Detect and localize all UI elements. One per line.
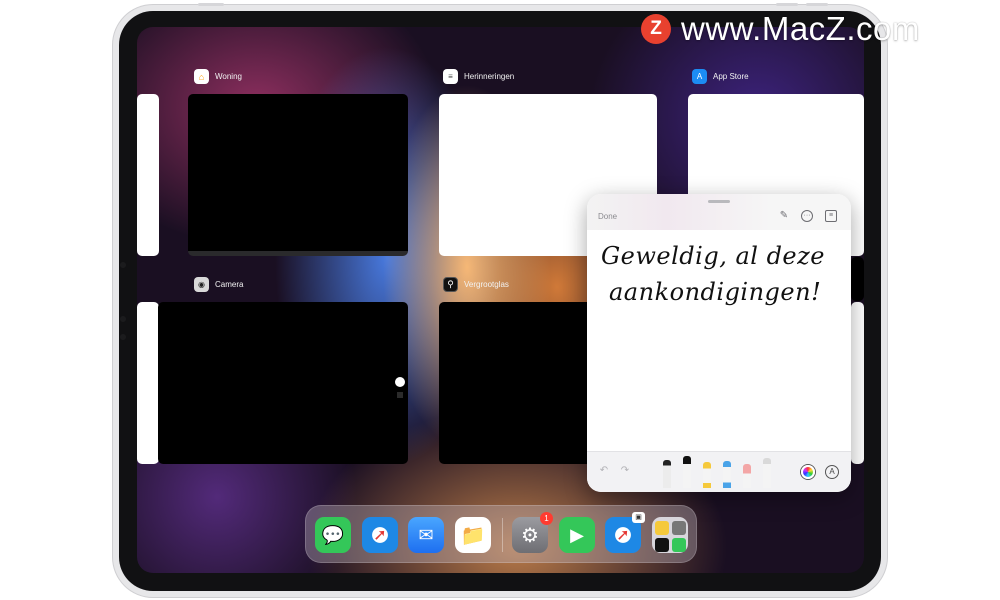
camera-mode-dot <box>397 392 403 398</box>
handwriting-line-1: Geweldig, al deze <box>601 242 825 270</box>
facetime-icon[interactable]: ▶ <box>559 517 595 553</box>
top-button <box>198 3 224 6</box>
notes-list-icon[interactable]: ≡ <box>825 210 837 222</box>
sensor-dot <box>120 334 126 340</box>
volume-button-2 <box>806 3 828 6</box>
markup-toolbar: ↶ ↷ A <box>587 451 851 492</box>
quick-note-window[interactable]: Done ✎ ··· ≡ Geweldig, al deze aankondig… <box>587 194 851 492</box>
app-label-app-store: A App Store <box>692 69 749 84</box>
app-name: Woning <box>215 72 242 81</box>
settings-icon[interactable]: ⚙ 1 <box>512 512 553 553</box>
done-button[interactable]: Done <box>598 212 617 221</box>
dock-divider <box>502 518 503 552</box>
app-card-partial-right-bottom[interactable] <box>851 302 864 464</box>
handwriting-line-2: aankondigingen! <box>609 278 822 306</box>
app-label-camera: ◉ Camera <box>194 277 243 292</box>
app-name: Herinneringen <box>464 72 515 81</box>
markup-icon[interactable]: A <box>825 465 839 479</box>
app-card-partial-right[interactable] <box>851 257 864 301</box>
dock: 💬 ➚ ✉ 📁 ⚙ 1 ▶ ➚ ▣ <box>305 505 697 563</box>
camera-icon: ◉ <box>194 277 209 292</box>
eraser-tool[interactable] <box>743 464 751 488</box>
app-label-herinneringen: ≡ Herinneringen <box>443 69 514 84</box>
app-name: Vergrootglas <box>464 280 509 289</box>
app-name: Camera <box>215 280 244 289</box>
reminders-icon: ≡ <box>443 69 458 84</box>
app-card-partial-left-bottom[interactable] <box>137 302 159 464</box>
files-icon[interactable]: 📁 <box>455 517 491 553</box>
more-icon[interactable]: ··· <box>801 210 813 222</box>
watermark-logo: Z <box>641 14 671 44</box>
app-card-partial-left-top[interactable] <box>137 94 159 256</box>
app-card-vergrootglas[interactable] <box>439 302 599 464</box>
app-store-icon: A <box>692 69 707 84</box>
compose-icon[interactable]: ✎ <box>778 210 790 222</box>
marker-tool[interactable] <box>683 456 691 488</box>
app-label-woning: ⌂ Woning <box>194 69 242 84</box>
settings-badge: 1 <box>540 512 553 525</box>
library-tile-icon <box>671 521 686 535</box>
sensor-dot <box>120 262 126 268</box>
magnifier-icon: ⚲ <box>443 277 458 292</box>
color-picker-icon[interactable] <box>801 465 815 479</box>
home-icon: ⌂ <box>194 69 209 84</box>
volume-button <box>776 3 798 6</box>
app-card-camera[interactable] <box>158 302 408 464</box>
messages-icon[interactable]: 💬 <box>315 517 351 553</box>
handwritten-note[interactable]: Geweldig, al deze aankondigingen! <box>601 238 841 310</box>
watermark: Z www.MacZ.com <box>641 10 920 48</box>
quick-note-grabber[interactable] <box>708 200 730 203</box>
mail-icon[interactable]: ✉ <box>408 517 444 553</box>
pen-tool[interactable] <box>663 460 671 488</box>
library-tile-icon <box>654 521 669 535</box>
library-tile-icon <box>671 538 686 552</box>
redo-icon[interactable]: ↷ <box>618 464 632 478</box>
app-library-icon[interactable] <box>652 517 688 553</box>
app-label-vergrootglas: ⚲ Vergrootglas <box>443 277 509 292</box>
highlighter-tool[interactable] <box>703 462 711 488</box>
ruler-tool[interactable] <box>763 458 771 488</box>
undo-icon[interactable]: ↶ <box>597 464 611 478</box>
app-name: App Store <box>713 72 749 81</box>
sensor-dot <box>120 316 126 322</box>
safari-recent-icon[interactable]: ➚ ▣ <box>605 512 645 553</box>
watermark-text: www.MacZ.com <box>681 10 920 47</box>
safari-icon[interactable]: ➚ <box>362 517 398 553</box>
handoff-badge-icon: ▣ <box>632 512 645 523</box>
library-tile-icon <box>654 538 669 552</box>
stage: ⌂ Woning ≡ Herinneringen A App Store ◉ C… <box>0 0 1000 600</box>
pencil-tool[interactable] <box>723 461 731 488</box>
camera-shutter-dot <box>395 377 405 387</box>
app-card-woning[interactable] <box>188 94 408 256</box>
ipad-screen: ⌂ Woning ≡ Herinneringen A App Store ◉ C… <box>137 27 864 573</box>
